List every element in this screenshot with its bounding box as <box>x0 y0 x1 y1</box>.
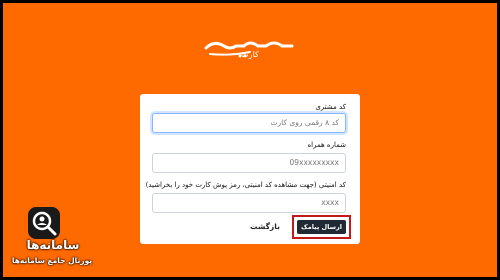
back-button[interactable]: بازگشت <box>250 222 280 231</box>
watermark-logo-icon <box>28 207 60 239</box>
security-code-label: کد امنیتی (جهت مشاهده کد امنیتی، رمز پوش… <box>145 181 346 189</box>
security-code-input[interactable]: xxxx <box>152 193 346 213</box>
phone-input[interactable]: 09xxxxxxxxx <box>152 153 346 173</box>
send-sms-button[interactable]: ارسال پیامک <box>297 220 346 234</box>
send-sms-highlight: ارسال پیامک <box>292 215 351 239</box>
watermark-title: سامانه‌ها <box>26 238 80 252</box>
phone-label: شماره همراه <box>307 141 346 149</box>
logo-subtitle: کارت <box>241 50 259 59</box>
card-code-input[interactable]: کد ۸ رقمی روی کارت <box>152 113 346 133</box>
login-form-card: کد مشتری کد ۸ رقمی روی کارت شماره همراه … <box>140 94 360 244</box>
card-code-label: کد مشتری <box>315 103 346 111</box>
watermark-subtitle: پورتال جامع سامانه‌ها <box>11 256 93 265</box>
